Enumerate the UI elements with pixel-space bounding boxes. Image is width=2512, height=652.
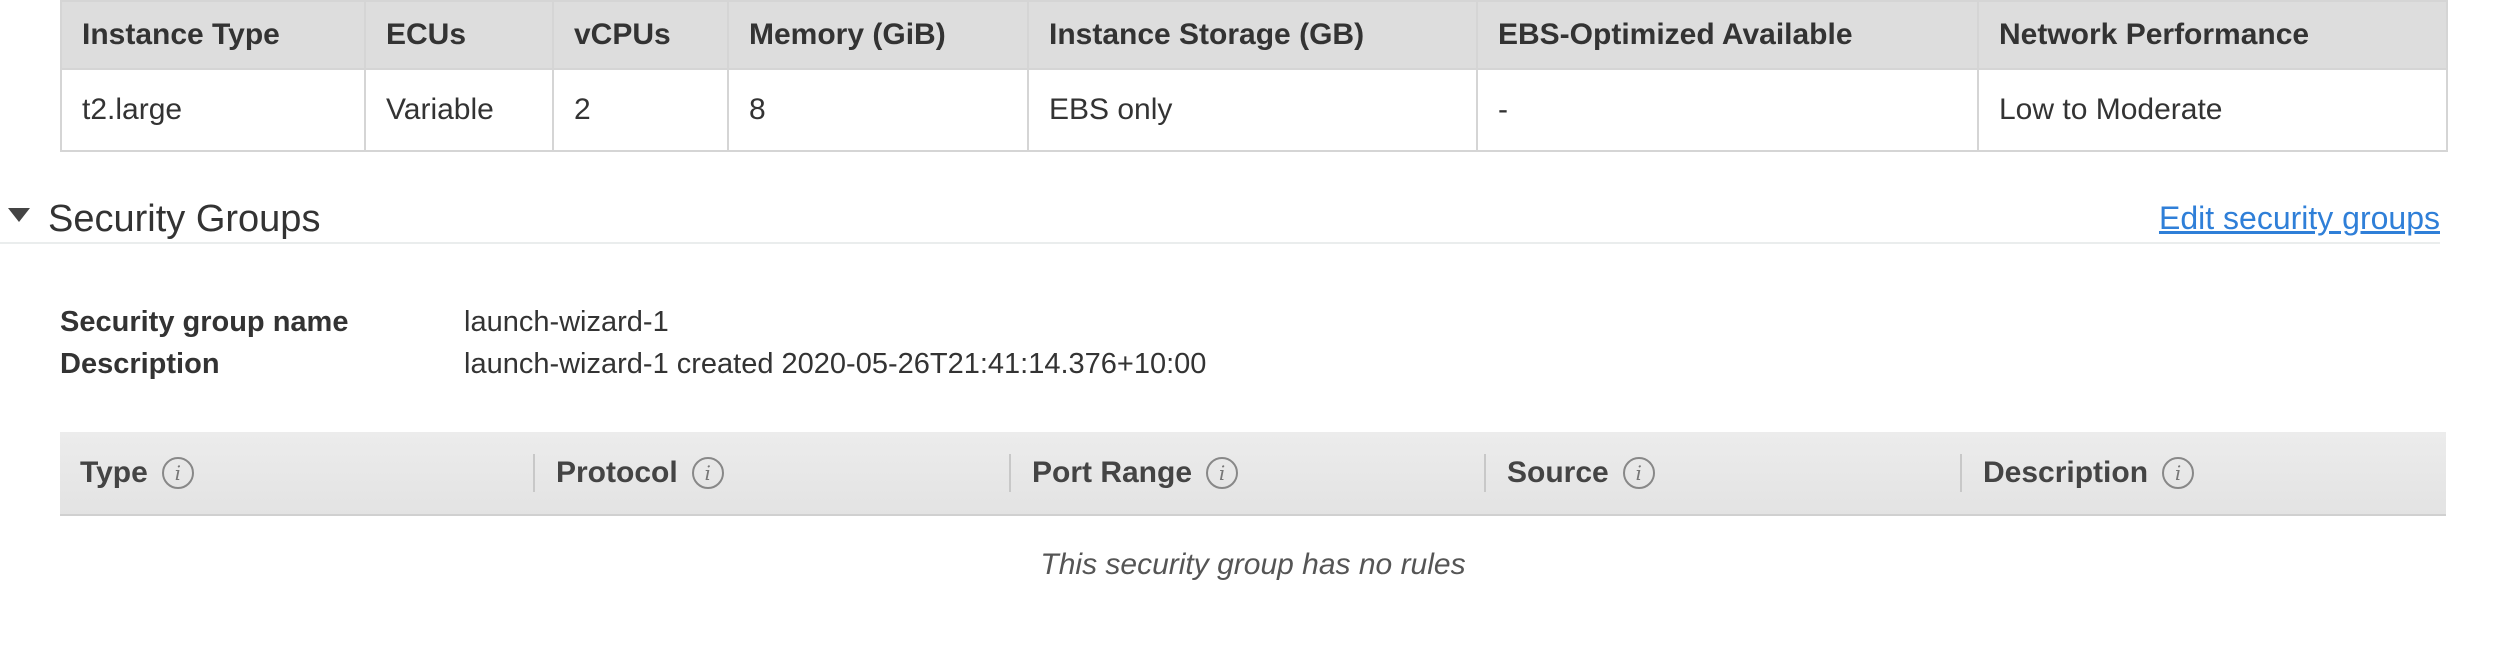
col-instance-type: Instance Type	[60, 0, 366, 70]
col-source: Source i	[1507, 432, 1655, 514]
instance-table-header-row: Instance Type ECUs vCPUs Memory (GiB) In…	[60, 0, 2448, 70]
info-icon[interactable]: i	[691, 457, 724, 489]
column-divider[interactable]	[1009, 454, 1011, 492]
col-ecus: ECUs	[364, 0, 554, 70]
col-description-label: Description	[1983, 456, 2149, 489]
column-divider[interactable]	[1960, 454, 1962, 492]
description-value: launch-wizard-1 created 2020-05-26T21:41…	[464, 348, 1207, 380]
cell-network-performance: Low to Moderate	[1977, 68, 2448, 152]
col-vcpus: vCPUs	[552, 0, 729, 70]
col-source-label: Source	[1507, 456, 1609, 489]
info-icon[interactable]: i	[1206, 457, 1239, 489]
info-icon[interactable]: i	[161, 457, 194, 489]
cell-memory: 8	[727, 68, 1029, 152]
edit-security-groups-link[interactable]: Edit security groups	[2159, 200, 2440, 237]
col-ebs-optimized: EBS-Optimized Available	[1476, 0, 1979, 70]
cell-instance-storage: EBS only	[1027, 68, 1478, 152]
security-groups-section-header[interactable]: Security Groups Edit security groups	[0, 178, 2440, 244]
col-memory: Memory (GiB)	[727, 0, 1029, 70]
col-type-label: Type	[80, 456, 148, 489]
info-icon[interactable]: i	[1622, 457, 1655, 489]
column-divider[interactable]	[533, 454, 535, 492]
col-protocol: Protocol i	[556, 432, 724, 514]
empty-rules-message: This security group has no rules	[1040, 548, 1466, 581]
col-type: Type i	[80, 432, 194, 514]
rules-table-header: Type i Protocol i Port Range i Source i …	[60, 432, 2446, 516]
col-description: Description i	[1983, 432, 2195, 514]
col-instance-storage: Instance Storage (GB)	[1027, 0, 1478, 70]
col-port-range: Port Range i	[1032, 432, 1239, 514]
cell-instance-type: t2.large	[60, 68, 366, 152]
col-network-performance: Network Performance	[1977, 0, 2448, 70]
section-title[interactable]: Security Groups	[48, 198, 320, 241]
security-group-name-value: launch-wizard-1	[464, 306, 669, 338]
security-group-rules-table: Type i Protocol i Port Range i Source i …	[60, 432, 2446, 581]
cell-ebs-optimized: -	[1476, 68, 1979, 152]
cell-ecus: Variable	[364, 68, 554, 152]
instance-type-table: Instance Type ECUs vCPUs Memory (GiB) In…	[60, 0, 2448, 152]
review-page: Instance Type ECUs vCPUs Memory (GiB) In…	[0, 0, 2512, 652]
col-protocol-label: Protocol	[556, 456, 678, 489]
column-divider[interactable]	[1484, 454, 1486, 492]
table-row: t2.large Variable 2 8 EBS only - Low to …	[60, 68, 2448, 152]
security-group-name-label: Security group name	[60, 306, 349, 338]
cell-vcpus: 2	[552, 68, 729, 152]
col-port-range-label: Port Range	[1032, 456, 1193, 489]
info-icon[interactable]: i	[2162, 457, 2195, 489]
caret-down-icon[interactable]	[8, 208, 30, 222]
description-label: Description	[60, 348, 220, 380]
